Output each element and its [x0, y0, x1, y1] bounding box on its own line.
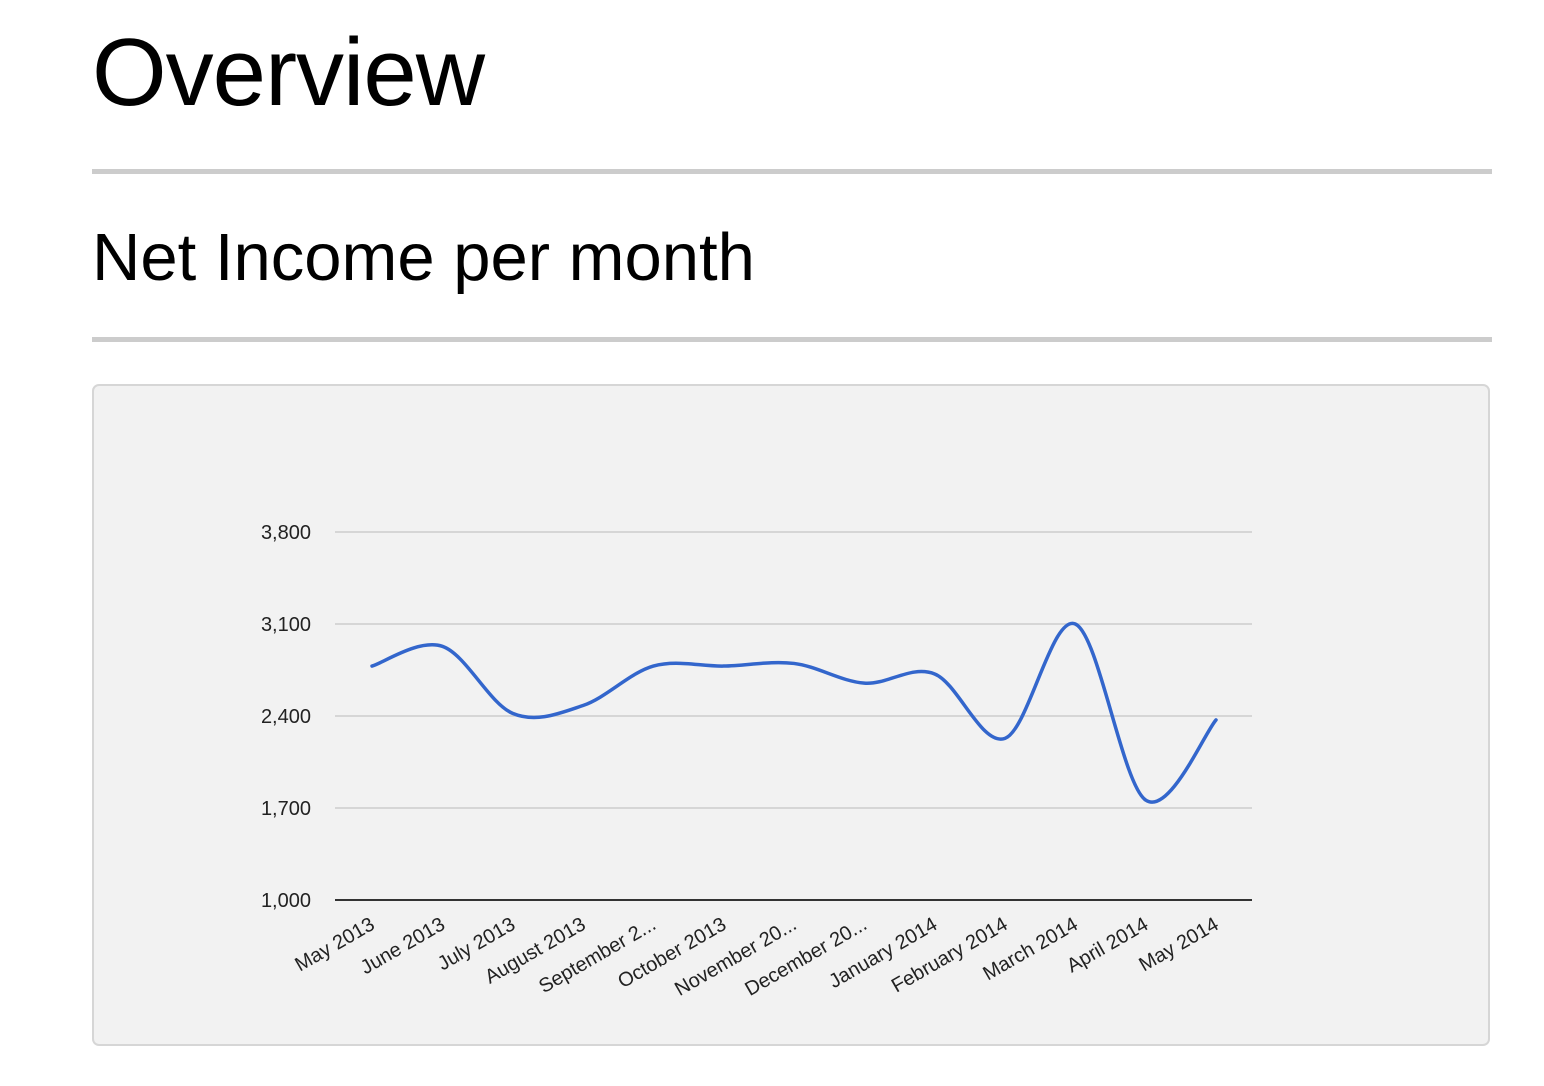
y-tick-label: 3,800 [261, 522, 311, 544]
page-title: Overview [92, 19, 485, 126]
series-line [370, 621, 1218, 804]
section-title: Net Income per month [92, 220, 755, 295]
y-tick-label: 1,000 [261, 890, 311, 912]
x-tick-label: September 2... [535, 913, 660, 998]
y-tick-label: 1,700 [261, 798, 311, 820]
x-tick-label: November 20... [671, 913, 800, 1000]
y-tick-label: 3,100 [261, 614, 311, 636]
x-tick-label: December 20... [741, 913, 870, 1000]
x-tick-label: May 2014 [1135, 913, 1222, 976]
net-income-line-chart: 1,0001,7002,4003,1003,800May 2013June 20… [261, 522, 1252, 1001]
title-divider [92, 169, 1492, 174]
y-tick-label: 2,400 [261, 706, 311, 728]
chart-panel: 1,000 1,700 2,400 3,100 3,800 May 2013 June 20… [92, 384, 1490, 1046]
x-tick-label: April 2014 [1063, 913, 1152, 977]
section-divider [92, 337, 1492, 342]
